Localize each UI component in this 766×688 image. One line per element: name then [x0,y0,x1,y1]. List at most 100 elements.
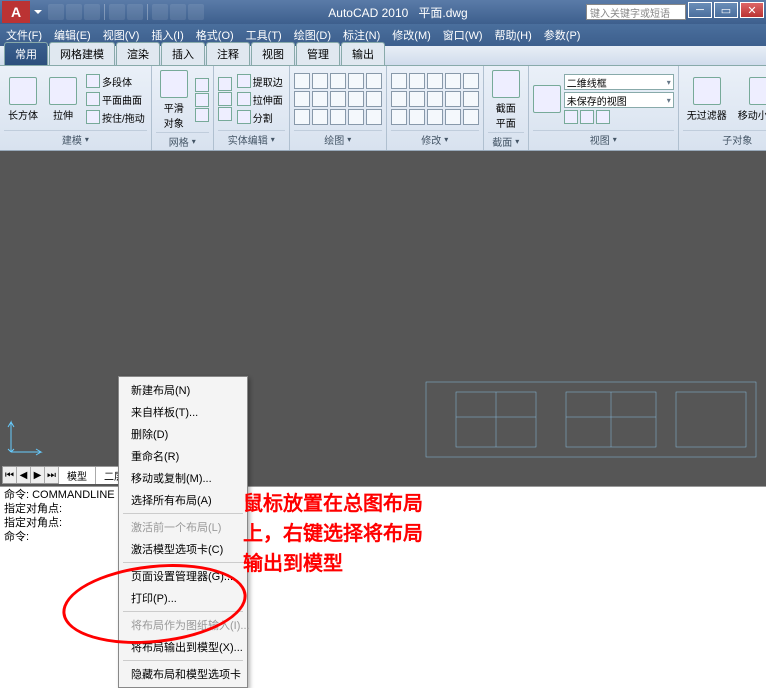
menu-edit[interactable]: 编辑(E) [54,27,91,43]
tab-output[interactable]: 输出 [341,42,385,65]
panel-expand-icon[interactable] [515,136,519,147]
ctx-hide-tabs[interactable]: 隐藏布局和模型选项卡 [119,663,247,685]
maximize-button[interactable]: ▭ [714,2,738,18]
modify-tool-icon[interactable] [445,73,461,89]
modify-tool-icon[interactable] [427,91,443,107]
tab-render[interactable]: 渲染 [116,42,160,65]
menu-help[interactable]: 帮助(H) [495,27,532,43]
menu-parametric[interactable]: 参数(P) [544,27,581,43]
modify-tool-icon[interactable] [427,73,443,89]
extract-edge-button[interactable]: 提取边 [235,73,285,90]
drawing-canvas[interactable]: ⏮ ◀ ▶ ⏭ 模型 二层总图 新建布局(N) 来自样板(T)... 删除(D)… [0,151,766,486]
draw-tool-icon[interactable] [366,73,382,89]
qat-item-icon[interactable] [170,4,186,20]
tab-model[interactable]: 模型 [59,467,96,484]
move-gizmo-button[interactable]: 移动小控件 [734,75,766,124]
view-style-icon[interactable] [533,85,561,113]
section-plane-button[interactable]: 截面 平面 [488,68,524,132]
draw-tool-icon[interactable] [366,109,382,125]
box-button[interactable]: 长方体 [4,75,42,124]
tab-next-button[interactable]: ▶ [31,467,45,483]
extrude-face-button[interactable]: 拉伸面 [235,91,285,108]
edit-tool-icon[interactable] [218,107,232,121]
visual-style-combo[interactable]: 二维线框 [564,74,674,90]
app-menu-arrow-icon[interactable] [34,10,42,14]
qat-open-icon[interactable] [66,4,82,20]
modify-tool-icon[interactable] [445,91,461,107]
draw-tool-icon[interactable] [312,73,328,89]
menu-view[interactable]: 视图(V) [103,27,140,43]
tab-manage[interactable]: 管理 [296,42,340,65]
draw-tool-icon[interactable] [312,91,328,107]
tab-annotate[interactable]: 注释 [206,42,250,65]
planesurf-button[interactable]: 平面曲面 [84,91,147,108]
mesh-tool-icon[interactable] [195,93,209,107]
modify-tool-icon[interactable] [409,91,425,107]
mesh-tool-icon[interactable] [195,78,209,92]
view-tool-icon[interactable] [596,110,610,124]
tab-first-button[interactable]: ⏮ [3,467,17,483]
ctx-delete[interactable]: 删除(D) [119,423,247,445]
menu-dimension[interactable]: 标注(N) [343,27,380,43]
draw-tool-icon[interactable] [294,91,310,107]
draw-tool-icon[interactable] [330,109,346,125]
ctx-select-all[interactable]: 选择所有布局(A) [119,489,247,511]
ctx-from-template[interactable]: 来自样板(T)... [119,401,247,423]
app-menu-button[interactable] [2,1,30,23]
menu-tools[interactable]: 工具(T) [246,27,282,43]
tab-view[interactable]: 视图 [251,42,295,65]
modify-tool-icon[interactable] [463,109,479,125]
modify-tool-icon[interactable] [463,73,479,89]
qat-save-icon[interactable] [84,4,100,20]
mesh-tool-icon[interactable] [195,108,209,122]
draw-tool-icon[interactable] [330,91,346,107]
modify-tool-icon[interactable] [391,109,407,125]
edit-tool-icon[interactable] [218,92,232,106]
draw-tool-icon[interactable] [348,91,364,107]
tab-home[interactable]: 常用 [4,42,48,65]
modify-tool-icon[interactable] [427,109,443,125]
saved-view-combo[interactable]: 未保存的视图 [564,92,674,108]
separate-button[interactable]: 分割 [235,109,285,126]
draw-tool-icon[interactable] [330,73,346,89]
modify-tool-icon[interactable] [445,109,461,125]
panel-expand-icon[interactable] [85,134,89,145]
view-tool-icon[interactable] [564,110,578,124]
no-filter-button[interactable]: 无过滤器 [683,75,731,124]
modify-tool-icon[interactable] [409,109,425,125]
close-button[interactable]: ✕ [740,2,764,18]
draw-tool-icon[interactable] [294,109,310,125]
extrude-button[interactable]: 拉伸 [45,75,81,124]
tab-insert[interactable]: 插入 [161,42,205,65]
draw-tool-icon[interactable] [366,91,382,107]
modify-tool-icon[interactable] [463,91,479,107]
panel-expand-icon[interactable] [347,134,351,145]
qat-print-icon[interactable] [152,4,168,20]
tab-mesh[interactable]: 网格建模 [49,42,115,65]
modify-tool-icon[interactable] [409,73,425,89]
qat-new-icon[interactable] [48,4,64,20]
qat-redo-icon[interactable] [127,4,143,20]
menu-insert[interactable]: 插入(I) [151,27,183,43]
presspull-button[interactable]: 按住/拖动 [84,109,147,126]
edit-tool-icon[interactable] [218,77,232,91]
ctx-new-layout[interactable]: 新建布局(N) [119,379,247,401]
menu-draw[interactable]: 绘图(D) [294,27,331,43]
ctx-activate-model[interactable]: 激活模型选项卡(C) [119,538,247,560]
ctx-move-copy[interactable]: 移动或复制(M)... [119,467,247,489]
help-search-input[interactable]: 键入关键字或短语 [586,4,686,20]
minimize-button[interactable]: ─ [688,2,712,18]
smooth-button[interactable]: 平滑 对象 [156,68,192,132]
draw-tool-icon[interactable] [348,73,364,89]
menu-file[interactable]: 文件(F) [6,27,42,43]
ctx-rename[interactable]: 重命名(R) [119,445,247,467]
qat-item-icon[interactable] [188,4,204,20]
qat-undo-icon[interactable] [109,4,125,20]
menu-format[interactable]: 格式(O) [196,27,234,43]
panel-expand-icon[interactable] [271,134,275,145]
draw-tool-icon[interactable] [294,73,310,89]
menu-modify[interactable]: 修改(M) [392,27,431,43]
draw-tool-icon[interactable] [312,109,328,125]
panel-expand-icon[interactable] [444,134,448,145]
tab-last-button[interactable]: ⏭ [45,467,59,483]
